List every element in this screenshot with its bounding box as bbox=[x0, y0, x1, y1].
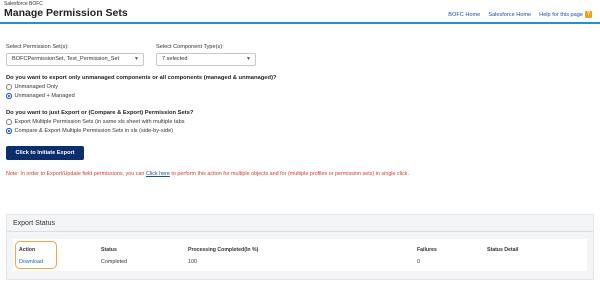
radio-export-multiple[interactable]: Export Multiple Permission Sets (in same… bbox=[6, 119, 185, 125]
help-icon[interactable]: ? bbox=[585, 11, 592, 18]
click-here-link[interactable]: Click here bbox=[146, 171, 170, 177]
radio-unmanaged-only[interactable]: Unmanaged Only bbox=[6, 84, 58, 90]
header-divider bbox=[0, 22, 600, 24]
question-export-mode: Do you want to just Export or (Compare &… bbox=[6, 110, 194, 116]
failures-value: 0 bbox=[417, 259, 420, 265]
permission-set-label: Select Permission Set(s): bbox=[6, 44, 69, 50]
header-links: BOFC Home Salesforce Home Help for this … bbox=[440, 11, 592, 18]
export-status-panel: Export Status Action Status Processing C… bbox=[6, 214, 594, 280]
radio-label: Export Multiple Permission Sets (in same… bbox=[14, 119, 185, 125]
radio-selected-icon bbox=[6, 128, 12, 134]
chevron-down-icon: ▼ bbox=[134, 56, 139, 62]
page-header: Salesforce BOFC Manage Permission Sets B… bbox=[0, 0, 600, 22]
field-permissions-note: Note: In order to Export/Update field pe… bbox=[6, 171, 409, 177]
status-divider bbox=[7, 231, 593, 232]
radio-unselected-icon bbox=[6, 84, 12, 90]
radio-label: Unmanaged + Managed bbox=[14, 93, 75, 99]
column-header-status-detail: Status Detail bbox=[487, 247, 519, 253]
radio-compare-export[interactable]: Compare & Export Multiple Permission Set… bbox=[6, 128, 173, 134]
status-value: Completed bbox=[101, 259, 128, 265]
component-type-label: Select Component Type(s): bbox=[156, 44, 224, 50]
column-header-processing: Processing Completed(In %) bbox=[188, 247, 259, 253]
component-type-select[interactable]: 7 selected ▼ bbox=[156, 53, 256, 66]
question-managed: Do you want to export only unmanaged com… bbox=[6, 75, 277, 81]
radio-selected-icon bbox=[6, 93, 12, 99]
page-title: Manage Permission Sets bbox=[4, 7, 128, 19]
column-header-status: Status bbox=[101, 247, 117, 253]
salesforce-home-link[interactable]: Salesforce Home bbox=[488, 12, 531, 18]
column-header-action: Action bbox=[19, 247, 36, 253]
export-status-title: Export Status bbox=[13, 220, 56, 227]
radio-label: Compare & Export Multiple Permission Set… bbox=[14, 128, 174, 134]
bofc-home-link[interactable]: BOFC Home bbox=[448, 12, 480, 18]
processing-value: 100 bbox=[188, 259, 197, 265]
radio-unmanaged-managed[interactable]: Unmanaged + Managed bbox=[6, 93, 75, 99]
note-text-before: Note: In order to Export/Update field pe… bbox=[6, 171, 146, 177]
help-link[interactable]: Help for this page bbox=[539, 12, 583, 18]
initiate-export-button[interactable]: Click to Initiate Export bbox=[6, 146, 84, 160]
radio-unselected-icon bbox=[6, 119, 12, 125]
permission-set-value: BOFCPermissionSet, Test_Permission_Set bbox=[12, 56, 120, 62]
chevron-down-icon: ▼ bbox=[246, 56, 251, 62]
permission-set-select[interactable]: BOFCPermissionSet, Test_Permission_Set ▼ bbox=[6, 53, 144, 66]
download-link[interactable]: Download bbox=[19, 259, 43, 265]
status-table: Action Status Processing Completed(In %)… bbox=[13, 239, 587, 271]
column-header-failures: Failures bbox=[417, 247, 437, 253]
component-type-value: 7 selected bbox=[162, 56, 188, 62]
radio-label: Unmanaged Only bbox=[14, 84, 59, 90]
note-text-after: to perform this action for multiple obje… bbox=[169, 171, 409, 177]
